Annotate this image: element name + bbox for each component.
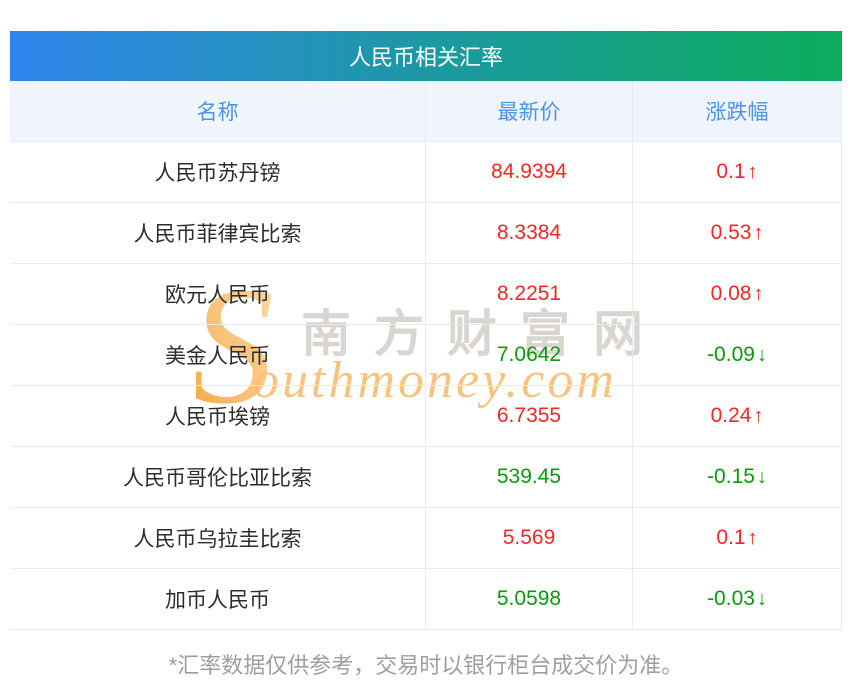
exchange-rate-table: 人民币相关汇率 名称 最新价 涨跌幅 人民币苏丹镑 84.9394 0.1 ↑ 人… (10, 31, 842, 630)
change-value: 0.08 (710, 282, 752, 305)
table-header-row: 名称 最新价 涨跌幅 (10, 81, 842, 142)
table-title: 人民币相关汇率 (10, 31, 842, 81)
change-percent: 0.1 ↑ (632, 508, 842, 568)
currency-pair-name: 美金人民币 (165, 345, 270, 368)
latest-price: 5.569 (425, 508, 632, 568)
change-percent: -0.15 ↓ (632, 447, 842, 507)
table-row: 人民币菲律宾比索 8.3384 0.53 ↑ (10, 203, 842, 264)
disclaimer-footnote: *汇率数据仅供参考，交易时以银行柜台成交价为准。 (168, 653, 684, 678)
currency-pair-name: 人民币菲律宾比索 (133, 223, 302, 246)
page: S 南方财富网 outhmoney.com 人民币相关汇率 名称 最新价 涨跌幅… (0, 0, 850, 697)
latest-price: 5.0598 (425, 569, 632, 629)
currency-pair-name: 人民币哥伦比亚比索 (123, 467, 312, 490)
change-value: 0.1 (716, 160, 746, 183)
change-percent: 0.08 ↑ (632, 264, 842, 324)
change-percent: 0.24 ↑ (632, 386, 842, 446)
down-arrow-icon: ↓ (756, 343, 767, 366)
change-value: -0.09 (707, 343, 755, 366)
column-header-change: 涨跌幅 (632, 81, 842, 141)
change-value: 0.1 (716, 526, 746, 549)
currency-pair-name: 人民币埃镑 (165, 406, 270, 429)
currency-pair-name: 人民币乌拉圭比索 (133, 528, 302, 551)
currency-pair-name: 人民币苏丹镑 (154, 162, 281, 185)
currency-pair-name: 欧元人民币 (165, 284, 270, 307)
column-header-price: 最新价 (425, 81, 632, 141)
change-value: 0.24 (710, 404, 752, 427)
change-percent: -0.03 ↓ (632, 569, 842, 629)
currency-pair-name: 加币人民币 (165, 589, 270, 612)
latest-price: 8.2251 (425, 264, 632, 324)
up-arrow-icon: ↑ (747, 160, 758, 183)
up-arrow-icon: ↑ (753, 221, 764, 244)
change-percent: 0.53 ↑ (632, 203, 842, 263)
change-value: 0.53 (710, 221, 752, 244)
table-row: 欧元人民币 8.2251 0.08 ↑ (10, 264, 842, 325)
table-row: 美金人民币 7.0642 -0.09 ↓ (10, 325, 842, 386)
change-value: -0.03 (707, 587, 755, 610)
change-percent: -0.09 ↓ (632, 325, 842, 385)
table-row: 人民币乌拉圭比索 5.569 0.1 ↑ (10, 508, 842, 569)
table-row: 人民币苏丹镑 84.9394 0.1 ↑ (10, 142, 842, 203)
down-arrow-icon: ↓ (756, 587, 767, 610)
table-row: 加币人民币 5.0598 -0.03 ↓ (10, 569, 842, 630)
up-arrow-icon: ↑ (753, 404, 764, 427)
down-arrow-icon: ↓ (756, 465, 767, 488)
latest-price: 6.7355 (425, 386, 632, 446)
latest-price: 539.45 (425, 447, 632, 507)
latest-price: 7.0642 (425, 325, 632, 385)
change-percent: 0.1 ↑ (632, 142, 842, 202)
column-header-name: 名称 (196, 101, 239, 124)
change-value: -0.15 (707, 465, 755, 488)
up-arrow-icon: ↑ (753, 282, 764, 305)
table-row: 人民币埃镑 6.7355 0.24 ↑ (10, 386, 842, 447)
latest-price: 8.3384 (425, 203, 632, 263)
up-arrow-icon: ↑ (747, 526, 758, 549)
latest-price: 84.9394 (425, 142, 632, 202)
table-row: 人民币哥伦比亚比索 539.45 -0.15 ↓ (10, 447, 842, 508)
